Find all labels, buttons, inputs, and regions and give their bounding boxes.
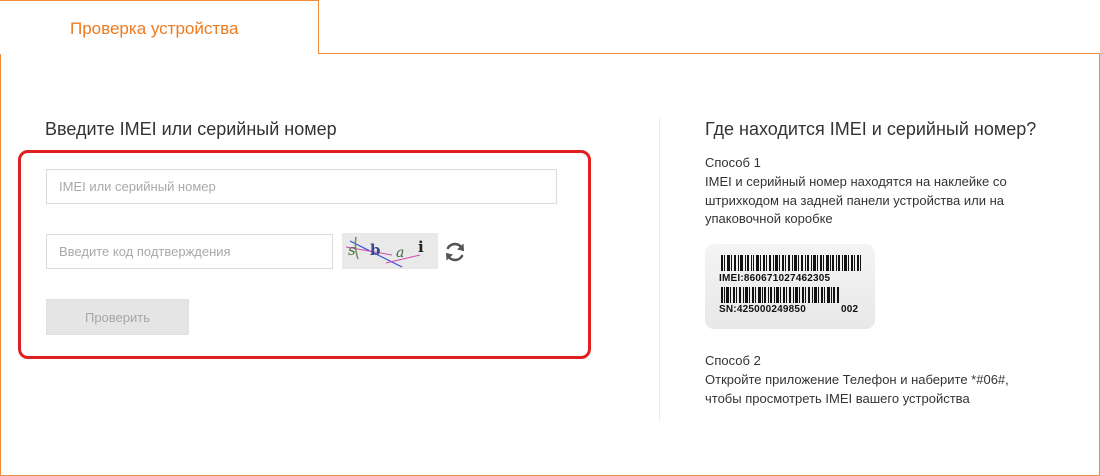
tab-device-check[interactable]: Проверка устройства — [0, 0, 319, 54]
method-1-label: Способ 1 — [705, 155, 761, 170]
tab-label: Проверка устройства — [70, 19, 239, 38]
method-1-text: IMEI и серийный номер находятся на накле… — [705, 174, 1007, 226]
frame-top-border — [318, 53, 1100, 54]
form-title: Введите IMEI или серийный номер — [45, 119, 337, 139]
column-divider — [659, 118, 660, 420]
captcha-char-3: a — [396, 245, 404, 261]
imei-input[interactable] — [46, 169, 557, 204]
captcha-char-4: i — [418, 238, 424, 256]
refresh-captcha-icon[interactable] — [443, 240, 467, 264]
captcha-graphic: s b a i — [345, 236, 424, 268]
help-title: Где находится IMEI и серийный номер? — [705, 119, 1037, 139]
sticker-sn-text: SN:425000249850 — [719, 304, 806, 315]
check-button[interactable]: Проверить — [46, 299, 189, 335]
imei-sticker-image: IMEI:860671027462305 SN:425000249850 002 — [705, 244, 875, 329]
barcode-sn — [721, 287, 839, 303]
method-2-label: Способ 2 — [705, 353, 761, 368]
captcha-char-2: b — [370, 241, 381, 259]
method-2-text: Откройте приложение Телефон и наберите *… — [705, 372, 1009, 406]
confirmation-code-input[interactable] — [46, 234, 333, 269]
barcode-imei — [721, 255, 861, 271]
captcha-char-1: s — [348, 241, 356, 259]
captcha-image: s b a i — [342, 233, 438, 269]
frame-left-border — [0, 0, 1, 476]
sticker-code-text: 002 — [841, 304, 859, 315]
sticker-imei-text: IMEI:860671027462305 — [719, 273, 831, 284]
